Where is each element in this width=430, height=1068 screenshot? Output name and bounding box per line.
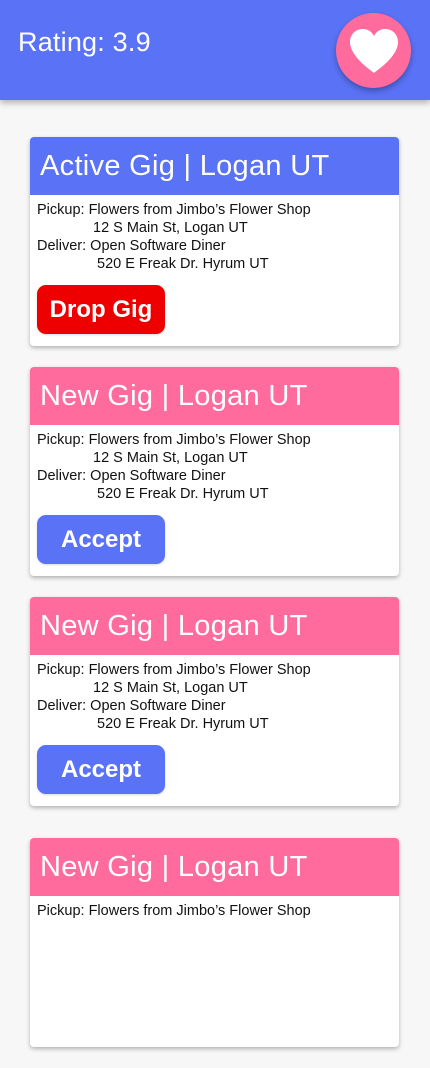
gig-card-title: New Gig | Logan UT xyxy=(30,367,399,425)
pickup-line: Pickup: Flowers from Jimbo’s Flower Shop xyxy=(37,662,311,678)
deliver-address: 520 E Freak Dr. Hyrum UT xyxy=(97,716,269,732)
gig-card-details: Pickup: Flowers from Jimbo’s Flower Shop… xyxy=(30,425,399,503)
accept-gig-button[interactable]: Accept xyxy=(37,745,165,794)
pickup-line: Pickup: Flowers from Jimbo’s Flower Shop xyxy=(37,903,311,919)
gig-card-details: Pickup: Flowers from Jimbo’s Flower Shop xyxy=(30,896,399,920)
deliver-line: Deliver: Open Software Diner xyxy=(37,698,226,714)
gig-card-details: Pickup: Flowers from Jimbo’s Flower Shop… xyxy=(30,195,399,273)
deliver-line: Deliver: Open Software Diner xyxy=(37,468,226,484)
gig-card-new: New Gig | Logan UT Pickup: Flowers from … xyxy=(30,838,399,1047)
deliver-line: Deliver: Open Software Diner xyxy=(37,238,226,254)
rating-label: Rating: 3.9 xyxy=(18,27,151,57)
pickup-address: 12 S Main St, Logan UT xyxy=(93,450,248,466)
drop-gig-button[interactable]: Drop Gig xyxy=(37,285,165,334)
gig-card-title: New Gig | Logan UT xyxy=(30,597,399,655)
deliver-address: 520 E Freak Dr. Hyrum UT xyxy=(97,256,269,272)
gig-feed[interactable]: Active Gig | Logan UT Pickup: Flowers fr… xyxy=(30,137,399,1068)
gig-card-active: Active Gig | Logan UT Pickup: Flowers fr… xyxy=(30,137,399,346)
pickup-line: Pickup: Flowers from Jimbo’s Flower Shop xyxy=(37,432,311,448)
gig-card-title: New Gig | Logan UT xyxy=(30,838,399,896)
top-app-bar: Rating: 3.9 xyxy=(0,0,430,100)
gig-card-details: Pickup: Flowers from Jimbo’s Flower Shop… xyxy=(30,655,399,733)
favorite-button[interactable] xyxy=(336,13,411,88)
deliver-address: 520 E Freak Dr. Hyrum UT xyxy=(97,486,269,502)
gig-card-title: Active Gig | Logan UT xyxy=(30,137,399,195)
pickup-address: 12 S Main St, Logan UT xyxy=(93,220,248,236)
heart-icon xyxy=(348,27,400,75)
gig-card-new: New Gig | Logan UT Pickup: Flowers from … xyxy=(30,367,399,576)
accept-gig-button[interactable]: Accept xyxy=(37,515,165,564)
gig-card-new: New Gig | Logan UT Pickup: Flowers from … xyxy=(30,597,399,806)
pickup-line: Pickup: Flowers from Jimbo’s Flower Shop xyxy=(37,202,311,218)
pickup-address: 12 S Main St, Logan UT xyxy=(93,680,248,696)
